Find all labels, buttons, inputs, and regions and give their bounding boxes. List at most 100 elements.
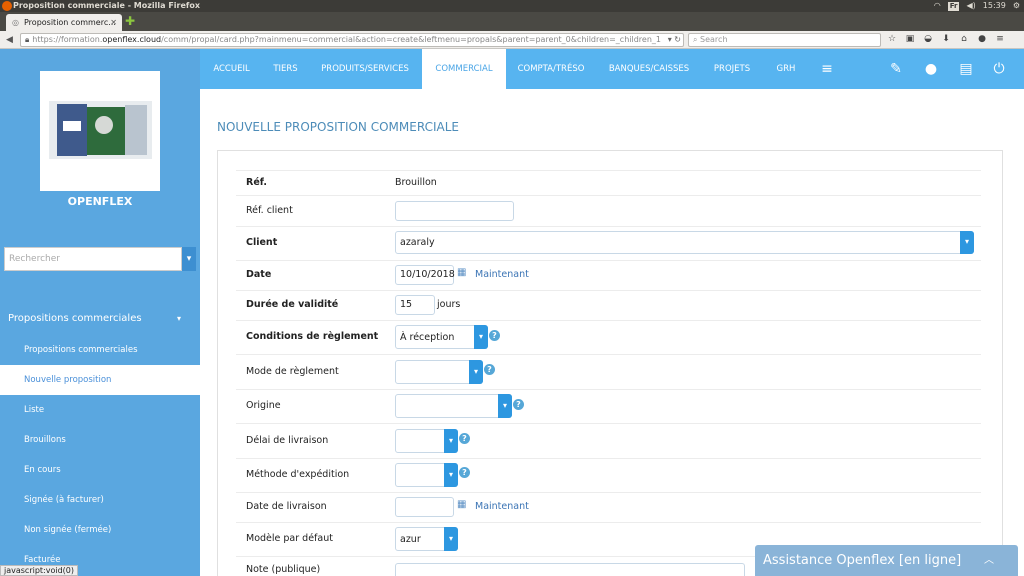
back-arrow-icon[interactable]: ◀ (6, 34, 13, 46)
globe-icon: ◎ (12, 18, 19, 27)
sidebar-item[interactable]: Liste (0, 395, 200, 425)
company-logo[interactable] (40, 71, 160, 191)
sidebar-item[interactable]: Nouvelle proposition (0, 365, 200, 395)
chevron-down-icon[interactable]: ▾ (474, 325, 488, 349)
print-icon[interactable]: ▤ (957, 60, 975, 78)
browser-tab[interactable]: ◎ Proposition commerc... ✕ (6, 14, 122, 31)
user-icon[interactable]: ● (922, 60, 940, 78)
volume-icon[interactable]: ◀) (966, 0, 975, 12)
form-row-divider (236, 170, 981, 171)
date-label: Date (246, 269, 272, 280)
calendar-icon[interactable]: ▦ (457, 499, 466, 510)
nav-accueil[interactable]: ACCUEIL (200, 49, 263, 89)
validity-input[interactable]: 15 (395, 295, 435, 315)
sidebar-item[interactable]: Signée (à facturer) (0, 485, 200, 515)
validity-unit: jours (437, 299, 461, 310)
chevron-down-icon[interactable]: ▾ (444, 429, 458, 453)
chat-icon[interactable]: ● (975, 33, 989, 46)
logout-power-icon[interactable]: ⏻ (990, 60, 1008, 78)
nav-tiers[interactable]: TIERS (263, 49, 308, 89)
delivery-delay-select[interactable]: ▾ (395, 429, 458, 453)
form-row-divider (236, 260, 981, 261)
company-name: OPENFLEX (67, 195, 133, 208)
payment-mode-label: Mode de règlement (246, 366, 339, 377)
origin-select[interactable]: ▾ (395, 394, 512, 418)
nav-compta-treso[interactable]: COMPTA/TRÉSO (506, 49, 596, 89)
download-icon[interactable]: ⬇ (939, 33, 953, 46)
menu-section-title[interactable]: Propositions commerciales (8, 313, 142, 324)
search-bar[interactable]: ⌕ Search (688, 33, 881, 47)
more-menu-icon[interactable]: ≡ (818, 60, 836, 78)
delivery-now-link[interactable]: Maintenant (475, 501, 529, 512)
url-bar[interactable]: 🔒︎ https://formation.openflex.cloud/comm/… (20, 33, 684, 47)
clock[interactable]: 15:39 (983, 0, 1006, 12)
tab-title: Proposition commerc... (24, 18, 116, 27)
default-model-select[interactable]: azur ▾ (395, 527, 458, 551)
sidebar-item[interactable]: Non signée (fermée) (0, 515, 200, 545)
page-title: NOUVELLE PROPOSITION COMMERCIALE (217, 120, 459, 134)
help-icon[interactable]: ? (459, 467, 470, 478)
shipping-method-select[interactable]: ▾ (395, 463, 458, 487)
ref-label: Réf. (246, 177, 267, 188)
chevron-down-icon[interactable]: ▾ (444, 527, 458, 551)
firefox-logo-icon (2, 1, 12, 11)
chevron-down-icon[interactable]: ▾ (498, 394, 512, 418)
close-tab-icon[interactable]: ✕ (110, 14, 117, 31)
help-icon[interactable]: ? (484, 364, 495, 375)
client-select-value: azaraly (400, 237, 435, 248)
hamburger-menu-icon[interactable]: ≡ (993, 33, 1007, 46)
delivery-date-input[interactable] (395, 497, 454, 517)
reload-icon[interactable]: ▾ ↻ (665, 34, 681, 46)
payment-terms-select[interactable]: À réception ▾ (395, 325, 488, 349)
chevron-down-icon[interactable]: ▾ (469, 360, 483, 384)
chevron-up-icon[interactable]: ︿ (984, 545, 994, 576)
date-now-link[interactable]: Maintenant (475, 269, 529, 280)
help-icon[interactable]: ? (459, 433, 470, 444)
caret-down-icon[interactable]: ▾ (177, 314, 181, 323)
nav-projets[interactable]: PROJETS (702, 49, 762, 89)
nav-commercial[interactable]: COMMERCIAL (422, 49, 506, 89)
reading-list-icon[interactable]: ▣ (903, 33, 917, 46)
wifi-icon[interactable]: ◠ (934, 0, 941, 12)
origin-label: Origine (246, 400, 281, 411)
url-prefix: https://formation. (32, 35, 103, 44)
nav-produits-services[interactable]: PRODUITS/SERVICES (308, 49, 422, 89)
form-row-divider (236, 492, 981, 493)
home-icon[interactable]: ⌂ (957, 33, 971, 46)
form-row-divider (236, 522, 981, 523)
top-menu: ACCUEIL TIERS PRODUITS/SERVICES COMMERCI… (200, 49, 1024, 89)
client-label: Client (246, 237, 278, 248)
ref-value: Brouillon (395, 177, 437, 188)
sidebar-item[interactable]: Brouillons (0, 425, 200, 455)
chevron-down-icon[interactable]: ▾ (960, 231, 974, 254)
help-icon[interactable]: ? (513, 399, 524, 410)
chevron-down-icon[interactable]: ▾ (182, 247, 196, 271)
nav-banques-caisses[interactable]: BANQUES/CAISSES (596, 49, 702, 89)
sidebar-search-input[interactable]: Rechercher (4, 247, 182, 271)
form-row-divider (236, 195, 981, 196)
support-chat-widget[interactable]: Assistance Openflex [en ligne] ︿ (755, 545, 1018, 576)
url-host: openflex.cloud (102, 35, 162, 44)
default-model-value: azur (400, 534, 421, 545)
bookmark-star-icon[interactable]: ☆ (885, 33, 899, 46)
form-row-divider (236, 389, 981, 390)
sidebar-item[interactable]: En cours (0, 455, 200, 485)
public-note-label: Note (publique) (246, 564, 321, 575)
form-row-divider (236, 423, 981, 424)
nav-grh[interactable]: GRH (762, 49, 810, 89)
sidebar-item[interactable]: Propositions commerciales (0, 335, 200, 365)
ref-client-input[interactable] (395, 201, 514, 221)
chevron-down-icon[interactable]: ▾ (444, 463, 458, 487)
help-icon[interactable]: ? (489, 330, 500, 341)
sidebar: OPENFLEX Rechercher ▾ Propositions comme… (0, 49, 200, 576)
payment-mode-select[interactable]: ▾ (395, 360, 483, 384)
public-note-textarea[interactable] (395, 563, 745, 576)
pocket-icon[interactable]: ◒ (921, 33, 935, 46)
palette-icon[interactable]: ✎ (887, 60, 905, 78)
date-input[interactable]: 10/10/2018 (395, 265, 455, 285)
new-tab-icon[interactable]: ✚ (125, 15, 135, 28)
calendar-icon[interactable]: ▦ (457, 267, 466, 278)
keyboard-layout[interactable]: Fr (947, 1, 960, 11)
settings-gear-icon[interactable]: ⚙ (1013, 0, 1020, 12)
client-select[interactable]: azaraly ▾ (395, 231, 974, 254)
